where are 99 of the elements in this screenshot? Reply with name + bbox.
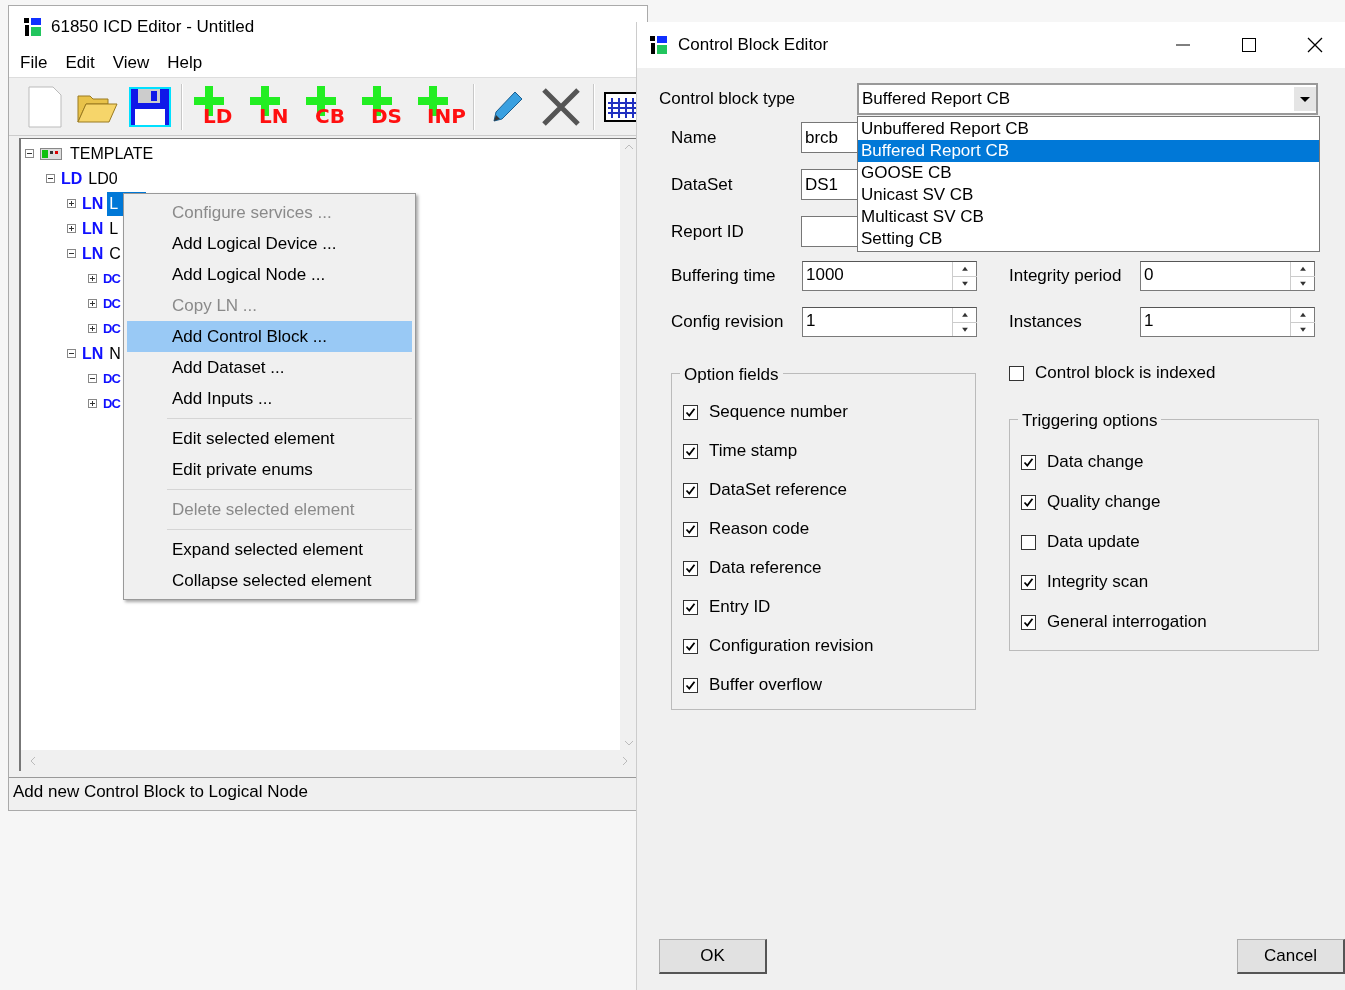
checkbox[interactable] <box>683 560 698 576</box>
cross-icon <box>540 85 582 128</box>
dialog-title: Control Block Editor <box>678 34 829 57</box>
dropdown-option[interactable]: GOOSE CB <box>858 162 1319 184</box>
checkbox[interactable] <box>1021 614 1036 630</box>
spin-label: Integrity period <box>1009 265 1123 288</box>
checkbox-label: Quality change <box>1047 491 1161 514</box>
spin-label: Instances <box>1009 311 1083 334</box>
node-type-label: DC <box>103 269 120 288</box>
expander-icon[interactable] <box>46 174 55 183</box>
checkbox-label: Configuration revision <box>709 635 874 658</box>
menu-item[interactable]: Add Logical Node ... <box>127 259 412 290</box>
checkbox-label: Data change <box>1047 451 1144 474</box>
menu-item[interactable]: Edit <box>65 49 95 76</box>
checkbox-label: Reason code <box>709 518 810 541</box>
dialog-button[interactable]: Cancel <box>1237 939 1345 974</box>
expander-icon[interactable] <box>88 274 97 283</box>
node-type-label: DC <box>103 319 120 338</box>
type-dropdown[interactable]: Buffered Report CB <box>857 83 1318 115</box>
checkbox[interactable] <box>683 404 698 420</box>
node-type-label: LN <box>82 343 104 364</box>
expander-icon[interactable] <box>67 349 76 358</box>
checkbox-label: Control block is indexed <box>1035 362 1216 385</box>
window-title: 61850 ICD Editor - Untitled <box>51 16 255 39</box>
menu-item[interactable]: Collapse selected element <box>127 565 412 596</box>
expander-icon[interactable] <box>67 249 76 258</box>
checkbox[interactable] <box>1021 574 1036 590</box>
expander-icon[interactable] <box>25 149 34 158</box>
node-type-label: DC <box>103 394 120 413</box>
menu-item[interactable]: File <box>20 49 48 76</box>
spin-field[interactable]: 1000 <box>802 261 977 291</box>
checkbox[interactable] <box>683 677 698 693</box>
tree-item[interactable]: N <box>107 341 123 366</box>
menu-item[interactable]: View <box>112 49 150 76</box>
dialog-button[interactable]: OK <box>659 939 767 974</box>
app-icon <box>649 35 669 55</box>
dropdown-option[interactable]: Unicast SV CB <box>858 184 1319 206</box>
node-type-label: LD <box>61 168 83 189</box>
checkbox[interactable] <box>1009 365 1024 381</box>
checkbox-label: Integrity scan <box>1047 571 1149 594</box>
spin-label: Buffering time <box>671 265 777 288</box>
menu-item[interactable]: Edit selected element <box>127 423 412 454</box>
expander-icon[interactable] <box>67 224 76 233</box>
menu-item[interactable]: Expand selected element <box>127 534 412 565</box>
menu-item[interactable]: Help <box>167 49 203 76</box>
node-type-label: DC <box>103 369 120 388</box>
checkbox[interactable] <box>1021 454 1036 470</box>
field-label: Control block type <box>659 88 797 111</box>
maximize-icon <box>1242 38 1256 52</box>
node-type-label: LN <box>82 243 104 264</box>
checkbox-label: Data reference <box>709 557 822 580</box>
tree-item[interactable]: LD0 <box>86 166 120 191</box>
checkbox-label: Sequence number <box>709 401 848 424</box>
app-icon <box>23 17 43 37</box>
checkbox-label: DataSet reference <box>709 479 847 502</box>
menu-item[interactable]: Add Dataset ... <box>127 352 412 383</box>
spin-label: Config revision <box>671 311 785 334</box>
dropdown-option[interactable]: Unbuffered Report CB <box>858 118 1319 140</box>
checkbox[interactable] <box>683 638 698 654</box>
dropdown-option[interactable]: Buffered Report CB <box>858 140 1319 162</box>
node-type-label: DC <box>103 294 120 313</box>
tree-item[interactable]: TEMPLATE <box>68 141 156 166</box>
minimize-icon <box>1176 44 1190 46</box>
menu-item[interactable]: Add Inputs ... <box>127 383 412 414</box>
checkbox-label: Data update <box>1047 531 1140 554</box>
node-type-label: LN <box>82 193 104 214</box>
checkbox[interactable] <box>683 482 698 498</box>
dropdown-option[interactable]: Setting CB <box>858 228 1319 250</box>
checkbox-label: Buffer overflow <box>709 674 823 697</box>
field-label: Name <box>671 126 718 149</box>
checkbox-label: Time stamp <box>709 440 798 463</box>
close-icon <box>1307 37 1323 53</box>
checkbox-label: Entry ID <box>709 596 771 619</box>
spin-field[interactable]: 1 <box>802 307 977 337</box>
menu-item[interactable]: Edit private enums <box>127 454 412 485</box>
field-label: Report ID <box>671 220 745 243</box>
spin-field[interactable]: 1 <box>1140 307 1315 337</box>
device-icon <box>40 147 62 160</box>
field-label: DataSet <box>671 173 734 196</box>
tree-item[interactable]: L <box>107 216 121 241</box>
spin-field[interactable]: 0 <box>1140 261 1315 291</box>
checkbox[interactable] <box>1021 534 1036 550</box>
status-bar-text: Add new Control Block to Logical Node <box>13 780 308 803</box>
expander-icon[interactable] <box>88 374 97 383</box>
expander-icon[interactable] <box>88 299 97 308</box>
checkbox[interactable] <box>683 599 698 615</box>
checkbox[interactable] <box>683 443 698 459</box>
node-type-label: LN <box>82 218 104 239</box>
checkbox-label: General interrogation <box>1047 611 1207 634</box>
tree-item[interactable]: C <box>107 241 123 266</box>
blank-page-icon <box>28 85 62 128</box>
checkbox[interactable] <box>683 521 698 537</box>
checkbox[interactable] <box>1021 494 1036 510</box>
expander-icon[interactable] <box>88 324 97 333</box>
menu-item[interactable]: Add Control Block ... <box>127 321 412 352</box>
expander-icon[interactable] <box>67 199 76 208</box>
dropdown-option[interactable]: Multicast SV CB <box>858 206 1319 228</box>
menu-item[interactable]: Add Logical Device ... <box>127 228 412 259</box>
expander-icon[interactable] <box>88 399 97 408</box>
